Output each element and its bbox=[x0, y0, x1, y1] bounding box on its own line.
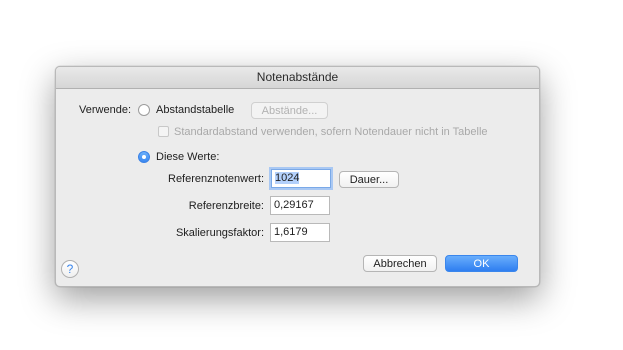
cancel-button[interactable]: Abbrechen bbox=[363, 255, 437, 272]
ok-button[interactable]: OK bbox=[445, 255, 518, 272]
reference-width-field[interactable]: 0,29167 bbox=[270, 196, 330, 215]
reference-note-value-field[interactable]: 1024 bbox=[271, 169, 331, 188]
these-values-radio[interactable] bbox=[138, 151, 150, 163]
note-spacing-dialog: Notenabstände Verwende: Abstandstabelle … bbox=[55, 66, 540, 287]
use-label: Verwende: bbox=[79, 104, 131, 116]
default-spacing-checkbox[interactable] bbox=[158, 126, 169, 137]
spacing-table-radio[interactable] bbox=[138, 104, 150, 116]
reference-width-label: Referenzbreite: bbox=[188, 200, 264, 212]
reference-note-value-text: 1024 bbox=[275, 172, 300, 184]
spacings-button[interactable]: Abstände... bbox=[251, 102, 328, 119]
default-spacing-label: Standardabstand verwenden, sofern Notend… bbox=[174, 126, 488, 138]
scaling-factor-label: Skalierungsfaktor: bbox=[175, 227, 264, 239]
duration-button[interactable]: Dauer... bbox=[339, 171, 399, 188]
question-mark-icon[interactable]: ? bbox=[61, 260, 79, 278]
scaling-factor-field[interactable]: 1,6179 bbox=[270, 223, 330, 242]
reference-note-value-label: Referenznotenwert: bbox=[168, 173, 264, 185]
spacing-table-label[interactable]: Abstandstabelle bbox=[156, 104, 234, 116]
these-values-label[interactable]: Diese Werte: bbox=[156, 151, 219, 163]
dialog-title: Notenabstände bbox=[56, 67, 539, 89]
